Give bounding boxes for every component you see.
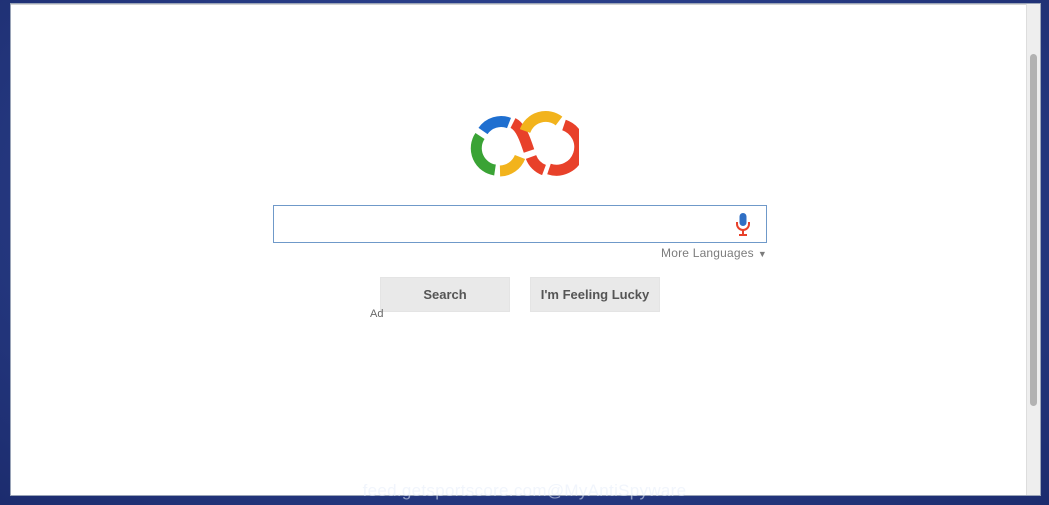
- chevron-down-icon: ▼: [757, 249, 767, 259]
- logo-yellow-segment-left: [499, 154, 526, 177]
- browser-window: More Languages ▼ Search I'm Feeling Lucky…: [10, 3, 1041, 496]
- logo-red-segment-bottom: [525, 154, 547, 176]
- infinity-logo: [470, 111, 579, 177]
- logo-yellow-segment-right: [519, 111, 563, 134]
- microphone-icon[interactable]: [735, 213, 751, 237]
- search-input[interactable]: [280, 210, 724, 240]
- logo-blue-segment: [478, 116, 511, 135]
- search-box[interactable]: [273, 205, 767, 243]
- more-languages-label: More Languages: [661, 246, 754, 260]
- search-button[interactable]: Search: [380, 277, 510, 312]
- scrollbar-thumb[interactable]: [1030, 54, 1037, 406]
- logo-red-segment: [547, 119, 579, 176]
- logo-green-segment: [470, 132, 497, 176]
- more-languages-link[interactable]: More Languages ▼: [631, 246, 767, 260]
- watermark-text: feed.getsportscore.com@MyAntiSpyware: [362, 481, 687, 500]
- vertical-scrollbar[interactable]: [1026, 4, 1040, 495]
- ad-label: Ad: [370, 308, 384, 320]
- feeling-lucky-button[interactable]: I'm Feeling Lucky: [530, 277, 660, 312]
- window-top-border: [11, 4, 1040, 5]
